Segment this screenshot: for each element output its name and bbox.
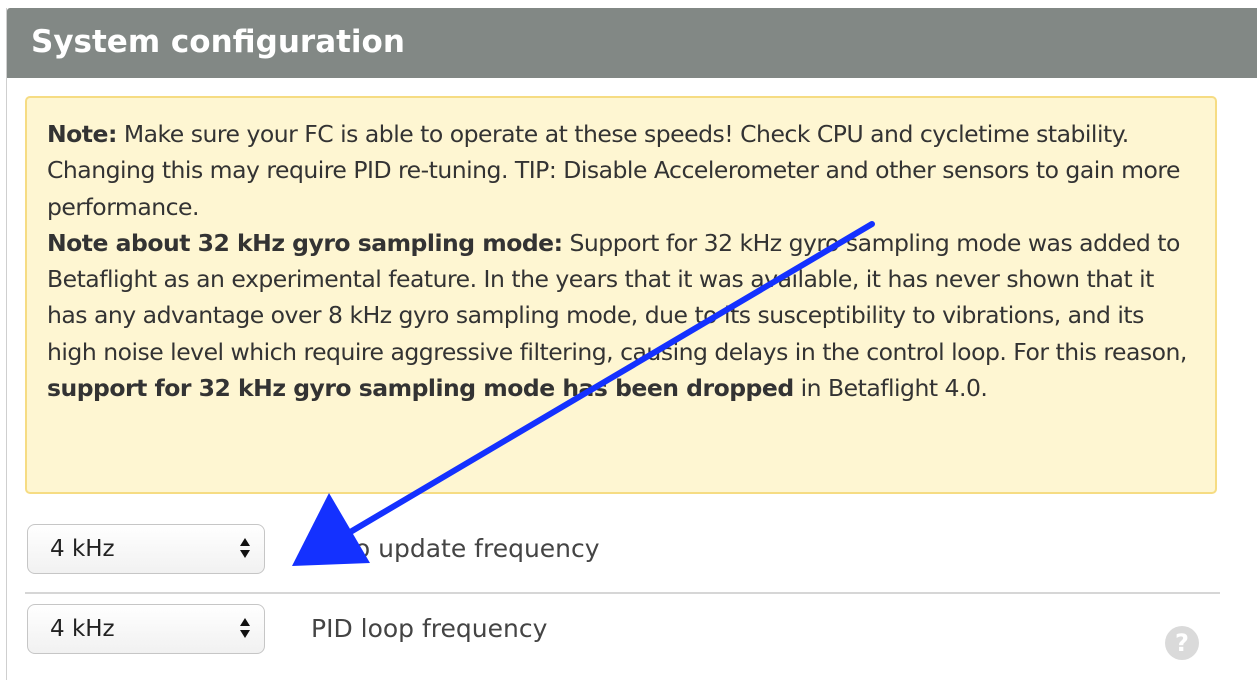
pid-loop-frequency-value: 4 kHz [50,616,115,642]
note-box: Note: Make sure your FC is able to opera… [25,96,1217,494]
note-32khz-tail: in Betaflight 4.0. [793,374,988,403]
note-label: Note: [47,120,117,148]
gyro-update-frequency-row: 4 kHz Gyro update frequency [25,520,1220,580]
up-down-chevron-icon [240,537,252,561]
note-32khz-emphasis: support for 32 kHz gyro sampling mode ha… [47,374,794,403]
panel-title: System configuration [7,8,1257,78]
gyro-update-frequency-select[interactable]: 4 kHz [27,524,265,574]
note-32khz-label: Note about 32 kHz gyro sampling mode: [47,228,563,257]
question-mark-icon[interactable]: ? [1165,626,1199,660]
gyro-update-frequency-label: Gyro update frequency [311,534,600,563]
up-down-chevron-icon [240,617,252,641]
pid-loop-frequency-label: PID loop frequency [311,614,548,643]
row-divider [25,592,1220,594]
gyro-update-frequency-value: 4 kHz [50,536,115,562]
page: System configuration Note: Make sure you… [0,0,1257,680]
pid-loop-frequency-row: 4 kHz PID loop frequency ? [25,600,1220,660]
note-text: Make sure your FC is able to operate at … [47,120,1181,221]
pid-loop-frequency-select[interactable]: 4 kHz [27,604,265,654]
